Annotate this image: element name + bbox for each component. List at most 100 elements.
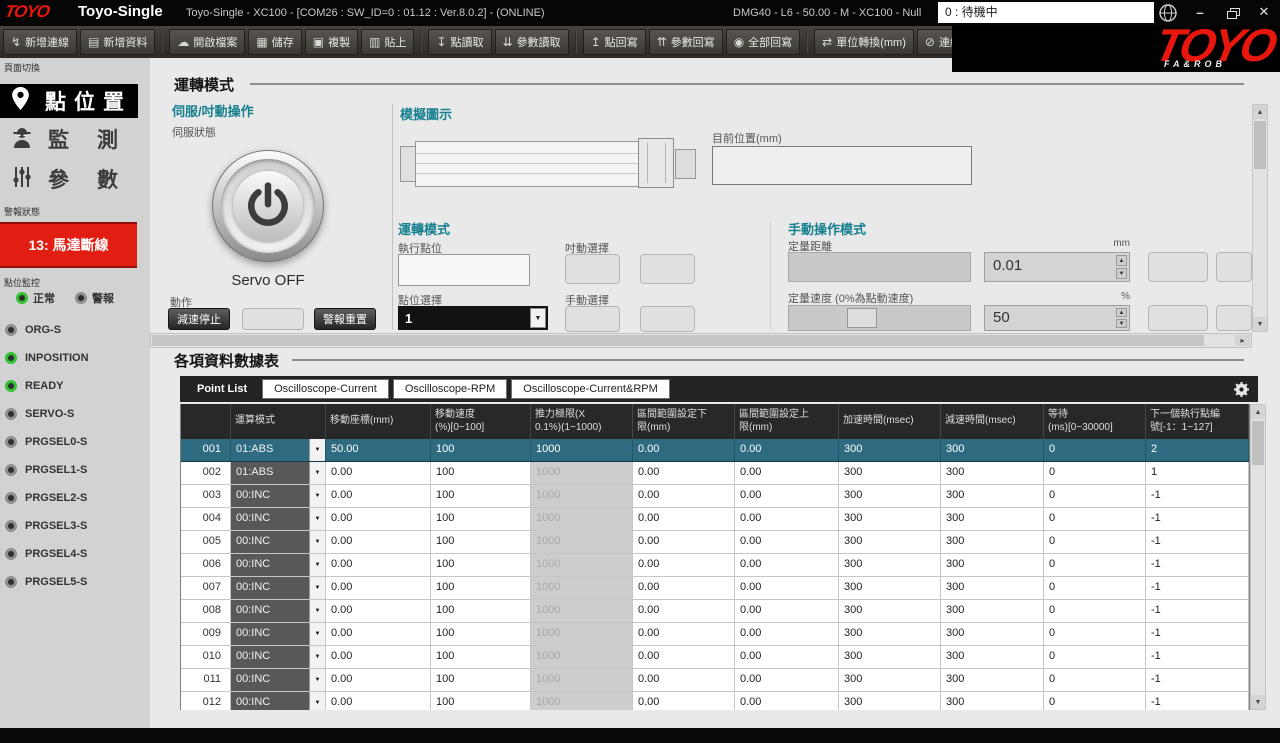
manual-move-button-1[interactable]: [1148, 252, 1208, 282]
cell-next[interactable]: -1: [1146, 485, 1249, 507]
cell-pos[interactable]: 0.00: [326, 600, 431, 622]
mode-dropdown-arrow-icon[interactable]: ▼: [309, 646, 325, 668]
cell-speed[interactable]: 100: [431, 462, 531, 484]
cell-mode[interactable]: 00:INC▼: [231, 600, 326, 622]
close-button[interactable]: ✕: [1252, 2, 1276, 22]
scrollbar-thumb[interactable]: [1252, 421, 1264, 465]
cell-num[interactable]: 009: [181, 623, 231, 645]
cell-pos[interactable]: 0.00: [326, 554, 431, 576]
horizontal-scrollbar[interactable]: ▸: [150, 333, 1252, 348]
alarm-reset-button[interactable]: 警報重置: [314, 308, 376, 330]
copy-button[interactable]: ▣複製: [305, 29, 358, 55]
mode-dropdown-arrow-icon[interactable]: ▼: [309, 600, 325, 622]
cell-upper[interactable]: 0.00: [735, 531, 839, 553]
cell-acc[interactable]: 300: [839, 485, 941, 507]
cell-speed[interactable]: 100: [431, 646, 531, 668]
sidebar-item-monitor[interactable]: 監測: [0, 122, 138, 156]
minimize-button[interactable]: –: [1188, 2, 1212, 22]
cell-next[interactable]: -1: [1146, 623, 1249, 645]
cell-wait[interactable]: 0: [1044, 692, 1146, 710]
distance-spinner[interactable]: 0.01 ▲ ▼: [984, 252, 1130, 282]
cell-lower[interactable]: 0.00: [633, 692, 735, 710]
cell-num[interactable]: 008: [181, 600, 231, 622]
scroll-right-icon[interactable]: ▸: [1235, 335, 1250, 346]
cell-num[interactable]: 001: [181, 439, 231, 461]
distance-slider[interactable]: [788, 252, 971, 282]
cell-thrust[interactable]: 1000: [531, 623, 633, 645]
cell-next[interactable]: -1: [1146, 577, 1249, 599]
cell-acc[interactable]: 300: [839, 692, 941, 710]
scroll-down-icon[interactable]: ▼: [1253, 317, 1267, 331]
point-select-dropdown[interactable]: 1 ▼: [398, 306, 548, 330]
tab-point-list[interactable]: Point List: [186, 379, 258, 399]
cell-num[interactable]: 012: [181, 692, 231, 710]
vertical-scrollbar[interactable]: ▲ ▼: [1252, 104, 1268, 332]
cell-upper[interactable]: 0.00: [735, 692, 839, 710]
cell-acc[interactable]: 300: [839, 669, 941, 691]
cell-dec[interactable]: 300: [941, 577, 1044, 599]
cell-dec[interactable]: 300: [941, 462, 1044, 484]
cell-mode[interactable]: 01:ABS▼: [231, 462, 326, 484]
cell-acc[interactable]: 300: [839, 646, 941, 668]
cell-upper[interactable]: 0.00: [735, 554, 839, 576]
cell-upper[interactable]: 0.00: [735, 623, 839, 645]
cell-thrust[interactable]: 1000: [531, 646, 633, 668]
cell-next[interactable]: 2: [1146, 439, 1249, 461]
spin-up-icon[interactable]: ▲: [1116, 255, 1127, 266]
cell-dec[interactable]: 300: [941, 600, 1044, 622]
cell-num[interactable]: 011: [181, 669, 231, 691]
cell-dec[interactable]: 300: [941, 439, 1044, 461]
cell-next[interactable]: -1: [1146, 531, 1249, 553]
cell-next[interactable]: -1: [1146, 669, 1249, 691]
cell-wait[interactable]: 0: [1044, 669, 1146, 691]
cell-wait[interactable]: 0: [1044, 531, 1146, 553]
cell-speed[interactable]: 100: [431, 485, 531, 507]
language-globe-icon[interactable]: [1158, 3, 1178, 23]
mode-dropdown-arrow-icon[interactable]: ▼: [309, 439, 325, 461]
scroll-up-icon[interactable]: ▲: [1253, 105, 1267, 119]
cell-upper[interactable]: 0.00: [735, 669, 839, 691]
cell-thrust[interactable]: 1000: [531, 531, 633, 553]
cell-dec[interactable]: 300: [941, 692, 1044, 710]
tab-oscilloscope-current-rpm[interactable]: Oscilloscope-Current&RPM: [511, 379, 669, 399]
mode-dropdown-arrow-icon[interactable]: ▼: [309, 462, 325, 484]
cell-acc[interactable]: 300: [839, 623, 941, 645]
cell-pos[interactable]: 0.00: [326, 531, 431, 553]
cell-speed[interactable]: 100: [431, 439, 531, 461]
mode-dropdown-arrow-icon[interactable]: ▼: [309, 531, 325, 553]
cell-lower[interactable]: 0.00: [633, 623, 735, 645]
cell-mode[interactable]: 00:INC▼: [231, 531, 326, 553]
cell-num[interactable]: 003: [181, 485, 231, 507]
cell-acc[interactable]: 300: [839, 577, 941, 599]
jog-button-2[interactable]: [640, 254, 695, 284]
cell-wait[interactable]: 0: [1044, 508, 1146, 530]
cell-pos[interactable]: 0.00: [326, 669, 431, 691]
cell-next[interactable]: -1: [1146, 692, 1249, 710]
cell-thrust[interactable]: 1000: [531, 462, 633, 484]
spin-down-icon[interactable]: ▼: [1116, 268, 1127, 279]
paste-button[interactable]: ▥貼上: [361, 29, 414, 55]
cell-wait[interactable]: 0: [1044, 439, 1146, 461]
cell-wait[interactable]: 0: [1044, 577, 1146, 599]
cell-mode[interactable]: 00:INC▼: [231, 692, 326, 710]
cell-wait[interactable]: 0: [1044, 623, 1146, 645]
manual-move-button-3[interactable]: [1148, 305, 1208, 331]
cell-lower[interactable]: 0.00: [633, 600, 735, 622]
cell-mode[interactable]: 00:INC▼: [231, 623, 326, 645]
cell-thrust[interactable]: 1000: [531, 600, 633, 622]
param-write-button[interactable]: ⇈參數回寫: [649, 29, 723, 55]
tab-oscilloscope-rpm[interactable]: Oscilloscope-RPM: [393, 379, 507, 399]
cell-thrust[interactable]: 1000: [531, 692, 633, 710]
cell-upper[interactable]: 0.00: [735, 462, 839, 484]
cell-speed[interactable]: 100: [431, 554, 531, 576]
cell-next[interactable]: 1: [1146, 462, 1249, 484]
cell-speed[interactable]: 100: [431, 508, 531, 530]
cell-upper[interactable]: 0.00: [735, 646, 839, 668]
cell-pos[interactable]: 0.00: [326, 692, 431, 710]
mode-dropdown-arrow-icon[interactable]: ▼: [309, 669, 325, 691]
cell-wait[interactable]: 0: [1044, 646, 1146, 668]
cell-acc[interactable]: 300: [839, 439, 941, 461]
cell-wait[interactable]: 0: [1044, 554, 1146, 576]
cell-speed[interactable]: 100: [431, 531, 531, 553]
cell-num[interactable]: 004: [181, 508, 231, 530]
